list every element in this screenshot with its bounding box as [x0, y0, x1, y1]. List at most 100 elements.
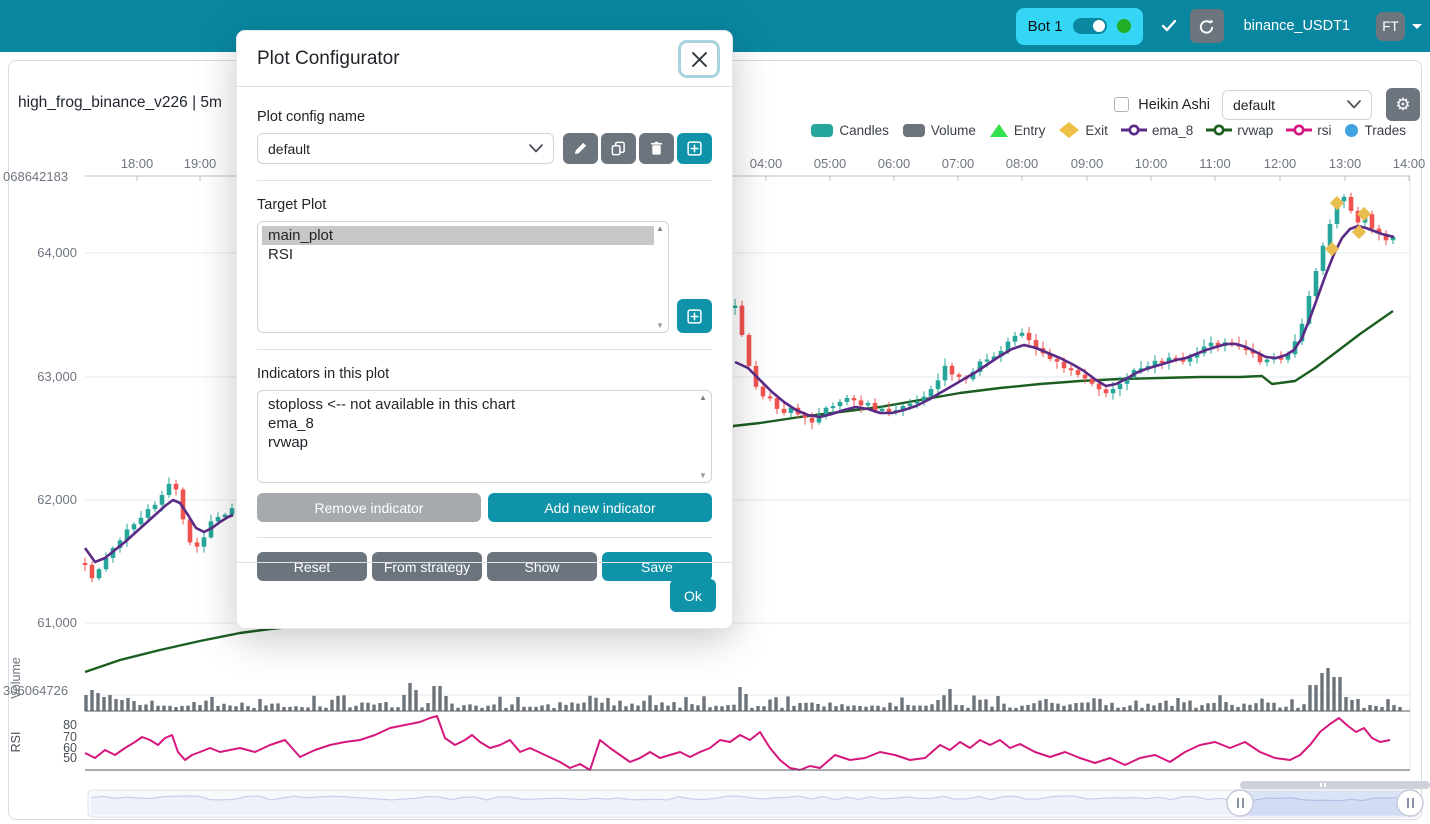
indicator-item[interactable]: stoploss <-- not available in this chart: [262, 395, 697, 414]
volume-bar: [1260, 699, 1263, 711]
navigator-handle[interactable]: [1227, 790, 1253, 816]
volume-bar: [498, 697, 501, 711]
legend-item-trades[interactable]: Trades: [1344, 123, 1406, 138]
legend-label: Volume: [931, 123, 976, 138]
grip-icon: [1320, 783, 1322, 787]
volume-bar: [1284, 707, 1287, 711]
navigator-selected-window: [1240, 791, 1410, 816]
volume-bar: [372, 705, 375, 711]
volume-bar: [840, 704, 843, 711]
volume-bar: [948, 689, 951, 711]
modal-title: Plot Configurator: [257, 48, 400, 70]
indicator-item[interactable]: ema_8: [262, 414, 697, 433]
scrollbar[interactable]: ▲▼: [697, 393, 709, 480]
toggle-knob: [1093, 20, 1105, 32]
swatch-icon: [810, 123, 834, 138]
volume-bar: [108, 695, 111, 711]
navigator-handle[interactable]: [1397, 790, 1423, 816]
volume-bar: [168, 706, 171, 711]
time-tick-label: 12:00: [1264, 156, 1297, 171]
volume-bar: [192, 702, 195, 711]
close-button[interactable]: [678, 40, 720, 78]
legend-item-exit[interactable]: Exit: [1058, 122, 1108, 138]
legend-item-ema_8[interactable]: ema_8: [1121, 123, 1193, 138]
volume-bar: [474, 706, 477, 711]
candle-body: [104, 558, 109, 569]
scroll-up-icon[interactable]: ▲: [699, 393, 707, 402]
bot-selector[interactable]: Bot 1: [1016, 8, 1143, 45]
scrollbar[interactable]: ▲▼: [654, 224, 666, 330]
exit-marker: [1325, 242, 1339, 256]
scroll-down-icon[interactable]: ▼: [699, 471, 707, 480]
bot-toggle[interactable]: [1073, 18, 1107, 34]
candle-body: [985, 360, 990, 362]
volume-bar: [1056, 704, 1059, 711]
volume-bar: [462, 705, 465, 711]
legend-label: rsi: [1317, 123, 1331, 138]
delete-config-button[interactable]: [639, 133, 674, 164]
volume-bar: [276, 703, 279, 711]
heikin-ashi-label: Heikin Ashi: [1138, 97, 1210, 113]
volume-bar: [618, 701, 621, 711]
scroll-up-icon[interactable]: ▲: [656, 224, 664, 233]
volume-bar: [1212, 703, 1215, 711]
volume-bar: [186, 706, 189, 711]
legend-item-entry[interactable]: Entry: [989, 123, 1046, 138]
duplicate-config-button[interactable]: [601, 133, 636, 164]
ok-button[interactable]: Ok: [670, 579, 716, 612]
chart-legend: Candles Volume Entry Exit ema_8 rvwap rsi Trade…: [810, 122, 1406, 138]
legend-item-candles[interactable]: Candles: [810, 123, 889, 138]
rsi-line: [85, 716, 1390, 770]
volume-bar: [648, 695, 651, 711]
scroll-down-icon[interactable]: ▼: [656, 321, 664, 330]
plot-config-name-select[interactable]: default: [257, 133, 554, 164]
add-target-plot-button[interactable]: [677, 299, 712, 333]
volume-bar: [228, 705, 231, 711]
add-config-button[interactable]: [677, 133, 712, 164]
price-tick-label: 64,000: [37, 245, 77, 260]
volume-bar: [438, 686, 441, 711]
volume-bar: [1026, 705, 1029, 711]
chevron-down-icon[interactable]: [1412, 24, 1422, 29]
volume-bar: [1236, 707, 1239, 711]
remove-indicator-button[interactable]: Remove indicator: [257, 493, 481, 522]
legend-item-volume[interactable]: Volume: [902, 123, 976, 138]
volume-bar: [702, 696, 705, 711]
chart-settings-button[interactable]: ⚙: [1386, 88, 1420, 121]
volume-bar: [150, 701, 153, 711]
indicators-listbox[interactable]: ▲▼ stoploss <-- not available in this ch…: [257, 390, 712, 483]
volume-bar: [1344, 697, 1347, 711]
volume-bar: [654, 705, 657, 711]
edit-config-button[interactable]: [563, 133, 598, 164]
time-tick-label: 14:00: [1393, 156, 1426, 171]
volume-bar: [810, 703, 813, 711]
user-avatar[interactable]: FT: [1376, 12, 1405, 41]
candle-body: [859, 400, 864, 405]
legend-item-rsi[interactable]: rsi: [1286, 123, 1331, 138]
volume-bar: [342, 695, 345, 711]
candle-body: [866, 403, 871, 405]
target-plot-item[interactable]: RSI: [262, 245, 654, 264]
volume-bar: [588, 696, 591, 711]
volume-bar: [540, 705, 543, 711]
price-tick-label: 62,000: [37, 492, 77, 507]
indicator-item[interactable]: rvwap: [262, 433, 697, 452]
target-plot-listbox[interactable]: ▲▼ main_plotRSI: [257, 221, 669, 333]
plot-config-select[interactable]: default: [1222, 90, 1372, 120]
chart-controls: Heikin Ashi default ⚙: [1114, 88, 1420, 121]
volume-bar: [1380, 707, 1383, 711]
target-plot-item[interactable]: main_plot: [262, 226, 654, 245]
volume-bar: [1266, 703, 1269, 711]
volume-bar: [756, 706, 759, 711]
volume-bar: [1176, 698, 1179, 711]
volume-bar: [870, 706, 873, 711]
volume-bar: [1278, 708, 1281, 711]
volume-bar: [210, 697, 213, 711]
plot-config-name-value: default: [268, 141, 310, 157]
heikin-ashi-checkbox[interactable]: [1114, 97, 1129, 112]
legend-item-rvwap[interactable]: rvwap: [1206, 123, 1273, 138]
volume-bar: [858, 706, 861, 711]
refresh-button[interactable]: [1190, 9, 1224, 43]
candle-body: [1069, 368, 1074, 370]
add-new-indicator-button[interactable]: Add new indicator: [488, 493, 712, 522]
